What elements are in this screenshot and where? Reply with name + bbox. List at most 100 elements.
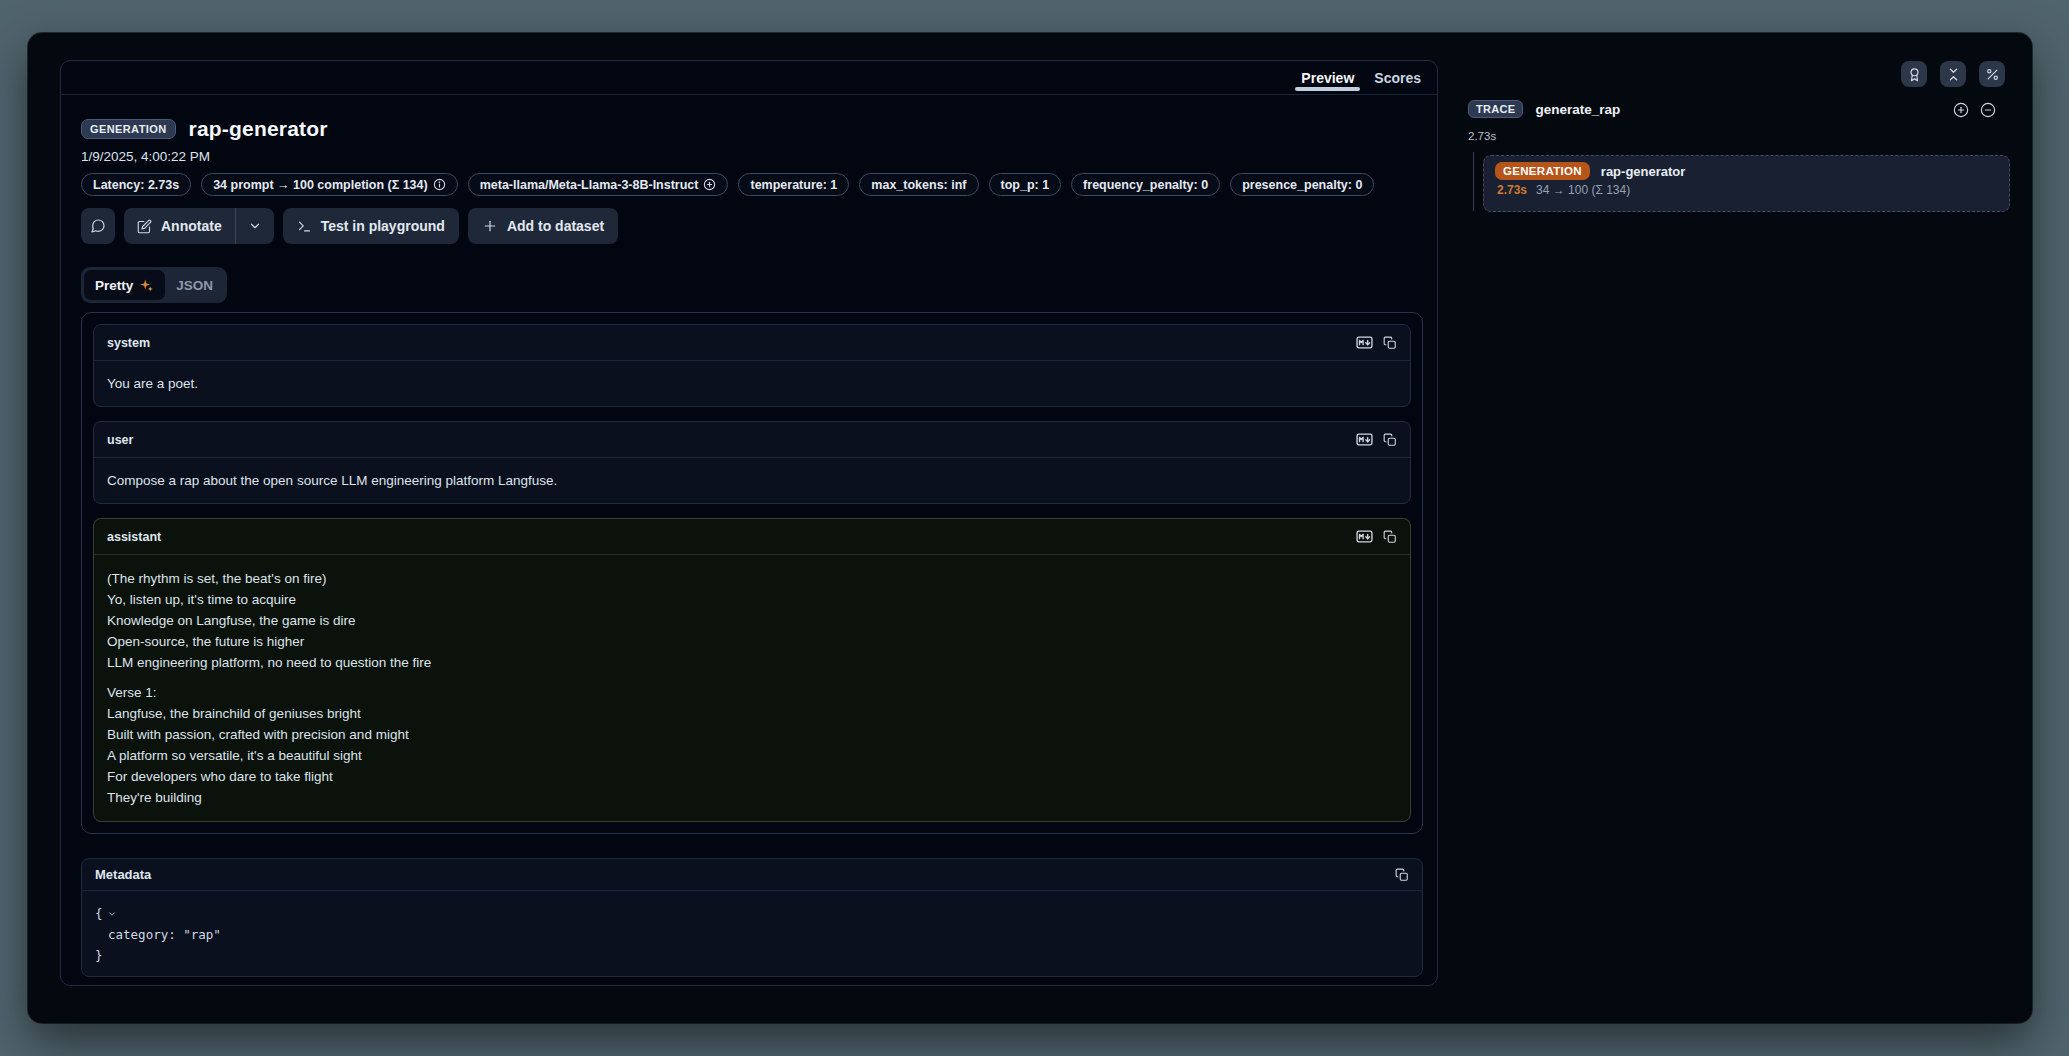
message-card-assistant: assistant (The rhythm is set, the beat's …	[93, 518, 1411, 822]
plus-circle-icon	[703, 178, 716, 191]
observation-tokens: 34 → 100 (Σ 134)	[1536, 183, 1630, 197]
percent-button[interactable]	[1979, 61, 2005, 87]
metadata-card: Metadata {category: "rap"}	[81, 858, 1423, 977]
message-header-icons	[1356, 334, 1397, 351]
metadata-line: category: "rap"	[95, 924, 1409, 945]
attribute-pill[interactable]: presence_penalty: 0	[1230, 173, 1374, 196]
message-header-icons	[1356, 431, 1397, 448]
message-card-system: system You are a poet.	[93, 324, 1411, 407]
markdown-icon[interactable]	[1356, 431, 1373, 448]
trace-name: generate_rap	[1535, 102, 1620, 117]
message-header: user	[94, 422, 1410, 458]
copy-icon[interactable]	[1383, 530, 1397, 544]
trace-latency: 2.73s	[1468, 130, 1496, 142]
observation-type-badge: GENERATION	[81, 119, 176, 139]
copy-icon[interactable]	[1383, 433, 1397, 447]
toggle-pretty-label: Pretty	[95, 278, 133, 293]
pill-label: top_p: 1	[1001, 178, 1050, 192]
observation-name: rap-generator	[1601, 164, 1686, 179]
attribute-pills: Latency: 2.73s 34 prompt → 100 completion…	[81, 173, 1423, 196]
add-to-dataset-label: Add to dataset	[507, 218, 604, 234]
metadata-line: {	[95, 903, 1409, 924]
copy-icon[interactable]	[1395, 868, 1409, 882]
attribute-pill[interactable]: Latency: 2.73s	[81, 173, 191, 196]
metadata-header: Metadata	[82, 859, 1422, 891]
pill-label: presence_penalty: 0	[1242, 178, 1362, 192]
message-paragraph: (The rhythm is set, the beat's on fire) …	[107, 568, 1397, 673]
toggle-json-label: JSON	[176, 278, 213, 293]
plus-icon	[482, 218, 498, 234]
message-card-user: user Compose a rap about the open source …	[93, 421, 1411, 504]
message-content: You are a poet.	[94, 361, 1410, 406]
observation-content: GENERATION rap-generator 1/9/2025, 4:00:…	[81, 117, 1423, 977]
tab-scores[interactable]: Scores	[1364, 61, 1431, 94]
messages-container: system You are a poet. user Compose a rap a…	[81, 312, 1423, 834]
message-paragraph: Compose a rap about the open source LLM …	[107, 470, 1397, 491]
tab-preview[interactable]: Preview	[1291, 61, 1364, 94]
trace-badge: TRACE	[1468, 100, 1523, 118]
title-row: GENERATION rap-generator	[81, 117, 1423, 141]
tab-active-underline	[1295, 87, 1360, 91]
tree-indent-line	[1473, 152, 1474, 211]
test-in-playground-label: Test in playground	[321, 218, 445, 234]
info-icon	[433, 178, 446, 191]
message-header-icons	[1356, 528, 1397, 545]
annotate-dropdown-button[interactable]	[236, 208, 274, 244]
attribute-pill[interactable]: top_p: 1	[989, 173, 1062, 196]
message-paragraph: You are a poet.	[107, 373, 1397, 394]
toggle-json[interactable]: JSON	[165, 270, 224, 300]
markdown-icon[interactable]	[1356, 528, 1373, 545]
app-window: Preview Scores GENERATION rap-generator …	[28, 33, 2032, 1023]
message-role: system	[107, 336, 150, 350]
message-role: assistant	[107, 530, 161, 544]
message-content: Compose a rap about the open source LLM …	[94, 458, 1410, 503]
collapse-chevron-icon[interactable]	[107, 909, 117, 919]
percent-icon	[1985, 67, 2000, 82]
toggle-pretty[interactable]: Pretty	[84, 270, 165, 300]
pill-label: max_tokens: inf	[871, 178, 966, 192]
award-icon	[1907, 67, 1922, 82]
markdown-icon[interactable]	[1356, 334, 1373, 351]
message-paragraph: Verse 1: Langfuse, the brainchild of gen…	[107, 682, 1397, 808]
attribute-pill[interactable]: frequency_penalty: 0	[1071, 173, 1220, 196]
tab-scores-label: Scores	[1374, 70, 1421, 86]
message-role: user	[107, 433, 133, 447]
terminal-icon	[297, 219, 312, 234]
page-title: rap-generator	[189, 117, 328, 141]
metadata-title: Metadata	[95, 867, 151, 882]
collapse-all-icon[interactable]	[1980, 102, 1996, 118]
pill-label: meta-llama/Meta-Llama-3-8B-Instruct	[480, 178, 699, 192]
metadata-json: {category: "rap"}	[82, 891, 1422, 976]
comment-button[interactable]	[81, 208, 115, 244]
trace-row[interactable]: TRACE generate_rap	[1468, 100, 1620, 118]
copy-icon[interactable]	[1383, 336, 1397, 350]
attribute-pill[interactable]: max_tokens: inf	[859, 173, 978, 196]
tab-bar: Preview Scores	[61, 61, 1437, 95]
annotation-queue-button[interactable]	[1901, 61, 1927, 87]
chat-icon	[90, 218, 106, 234]
edit-icon	[137, 219, 152, 234]
pill-label: temperature: 1	[750, 178, 837, 192]
tree-zoom-controls	[1953, 102, 1996, 118]
chevron-down-icon	[248, 219, 262, 233]
collapse-button[interactable]	[1940, 61, 1966, 87]
attribute-pill[interactable]: temperature: 1	[738, 173, 849, 196]
add-to-dataset-button[interactable]: Add to dataset	[468, 208, 618, 244]
annotate-button[interactable]: Annotate	[124, 208, 235, 244]
timestamp: 1/9/2025, 4:00:22 PM	[81, 149, 1423, 164]
test-in-playground-button[interactable]: Test in playground	[283, 208, 459, 244]
expand-all-icon[interactable]	[1953, 102, 1969, 118]
observation-tree-item[interactable]: GENERATION rap-generator 2.73s 34 → 100 …	[1483, 155, 2010, 212]
sparkles-icon	[139, 278, 154, 293]
annotate-label: Annotate	[161, 218, 222, 234]
observation-latency: 2.73s	[1497, 183, 1527, 197]
observation-detail-panel: Preview Scores GENERATION rap-generator …	[60, 60, 1438, 986]
view-mode-toggle: Pretty JSON	[81, 267, 227, 303]
attribute-pill[interactable]: 34 prompt → 100 completion (Σ 134)	[201, 173, 458, 196]
fold-icon	[1946, 67, 1961, 82]
pill-label: 34 prompt → 100 completion (Σ 134)	[213, 178, 428, 192]
attribute-pill[interactable]: meta-llama/Meta-Llama-3-8B-Instruct	[468, 173, 729, 196]
pill-label: Latency: 2.73s	[93, 178, 179, 192]
pill-label: frequency_penalty: 0	[1083, 178, 1208, 192]
metadata-line: }	[95, 945, 1409, 966]
